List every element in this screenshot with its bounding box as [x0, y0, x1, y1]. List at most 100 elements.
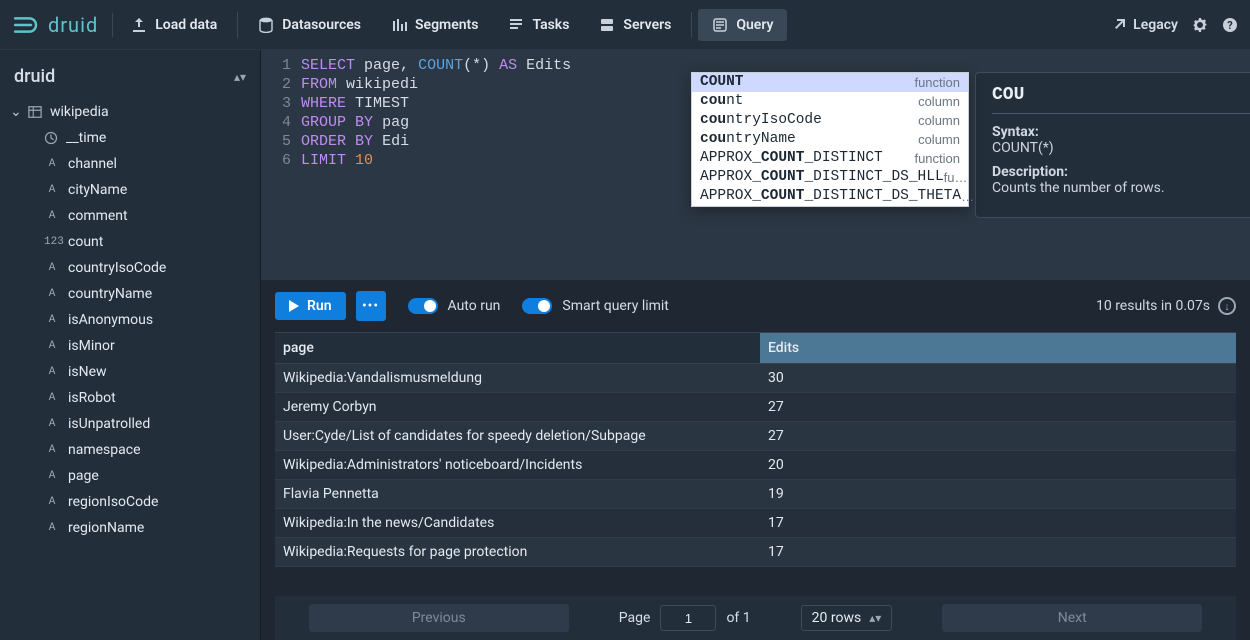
query-controls: Run ••• Auto run Smart query limit 10 re…: [261, 280, 1250, 332]
autocomplete-kind: column: [918, 92, 960, 111]
column-item[interactable]: AisAnonymous: [0, 307, 260, 333]
column-item[interactable]: Anamespace: [0, 437, 260, 463]
tasks-icon: [508, 17, 524, 33]
next-button[interactable]: Next: [942, 604, 1202, 632]
datasource-item[interactable]: ⌄wikipedia: [0, 99, 260, 125]
cell-edits: 20: [760, 451, 1236, 479]
string-type-icon: A: [44, 288, 60, 300]
autocomplete-label: countryName: [700, 130, 796, 149]
column-item[interactable]: Achannel: [0, 151, 260, 177]
nav-tasks[interactable]: Tasks: [494, 9, 583, 41]
page-of-label: of 1: [726, 610, 750, 626]
table-icon: [28, 105, 42, 119]
column-item[interactable]: Apage: [0, 463, 260, 489]
table-row[interactable]: User:Cyde/List of candidates for speedy …: [275, 422, 1236, 451]
table-row[interactable]: Wikipedia:Vandalismusmeldung30: [275, 364, 1236, 393]
table-row[interactable]: Wikipedia:Requests for page protection17: [275, 538, 1236, 567]
sql-editor[interactable]: 123456 SELECT page, COUNT(*) AS EditsFRO…: [261, 50, 1250, 280]
column-item[interactable]: Acomment: [0, 203, 260, 229]
column-name: isNew: [68, 364, 107, 380]
autocomplete-kind: …: [961, 187, 974, 206]
nav-tasks-label: Tasks: [532, 17, 569, 33]
autocomplete-item[interactable]: COUNT function: [692, 73, 968, 92]
gear-icon[interactable]: [1192, 17, 1208, 33]
string-type-icon: A: [44, 366, 60, 378]
autocomplete-label: COUNT: [700, 73, 744, 92]
doc-desc-label: Description:: [992, 164, 1250, 180]
top-nav: druid Load data Datasources Segments Tas…: [0, 0, 1250, 50]
chevron-updown-icon: ▴▾: [869, 611, 881, 625]
nav-load-data[interactable]: Load data: [117, 9, 231, 41]
sidebar-header[interactable]: druid ▴▾: [0, 58, 260, 97]
autocomplete-item[interactable]: count column: [692, 92, 968, 111]
legacy-label: Legacy: [1133, 17, 1178, 33]
table-row[interactable]: Wikipedia:Administrators' noticeboard/In…: [275, 451, 1236, 480]
switch-icon[interactable]: [522, 298, 552, 314]
editor-gutter: 123456: [261, 56, 301, 170]
number-type-icon: 123: [44, 236, 60, 248]
column-item[interactable]: AcountryName: [0, 281, 260, 307]
autocomplete-item[interactable]: countryIsoCodecolumn: [692, 111, 968, 130]
autocomplete-item[interactable]: APPROX_COUNT_DISTINCT_DS_THETA…: [692, 187, 968, 206]
clock-icon: [44, 131, 58, 145]
nav-segments[interactable]: Segments: [377, 9, 492, 41]
column-header-page[interactable]: page: [275, 333, 760, 363]
autocomplete-label: count: [700, 92, 744, 111]
autocomplete-kind: function: [914, 73, 960, 92]
auto-run-label: Auto run: [448, 298, 501, 314]
sort-icon[interactable]: ▴▾: [234, 70, 246, 84]
legacy-link[interactable]: Legacy: [1111, 17, 1178, 33]
autocomplete-item[interactable]: APPROX_COUNT_DISTINCTfunction: [692, 149, 968, 168]
autocomplete-item[interactable]: APPROX_COUNT_DISTINCT_DS_HLLfu…: [692, 168, 968, 187]
doc-desc: Counts the number of rows.: [992, 180, 1250, 196]
column-item[interactable]: AcountryIsoCode: [0, 255, 260, 281]
previous-button[interactable]: Previous: [309, 604, 569, 632]
column-item[interactable]: AisUnpatrolled: [0, 411, 260, 437]
column-name: namespace: [68, 442, 141, 458]
results-header: page Edits: [275, 332, 1236, 364]
column-item[interactable]: AregionIsoCode: [0, 489, 260, 515]
nav-datasources[interactable]: Datasources: [244, 9, 375, 41]
doc-panel: COU Syntax: COUNT(*) Description: Counts…: [975, 72, 1250, 218]
table-row[interactable]: Wikipedia:In the news/Candidates17: [275, 509, 1236, 538]
column-name: countryIsoCode: [68, 260, 166, 276]
doc-syntax: COUNT(*): [992, 140, 1250, 156]
druid-logo-icon: [12, 15, 40, 35]
nav-query[interactable]: Query: [698, 9, 787, 41]
help-icon[interactable]: ?: [1222, 17, 1238, 33]
string-type-icon: A: [44, 314, 60, 326]
column-item[interactable]: AcityName: [0, 177, 260, 203]
pager: Previous Page of 1 20 rows ▴▾ Next: [275, 596, 1236, 640]
column-item[interactable]: AisRobot: [0, 385, 260, 411]
download-icon[interactable]: ↓: [1218, 297, 1236, 315]
column-item[interactable]: AisMinor: [0, 333, 260, 359]
switch-icon[interactable]: [408, 298, 438, 314]
table-row[interactable]: Jeremy Corbyn27: [275, 393, 1236, 422]
rows-per-page-select[interactable]: 20 rows ▴▾: [801, 605, 893, 631]
cell-edits: 27: [760, 393, 1236, 421]
column-item[interactable]: 123count: [0, 229, 260, 255]
string-type-icon: A: [44, 262, 60, 274]
brand[interactable]: druid: [12, 13, 113, 37]
page-input[interactable]: [660, 605, 716, 631]
column-header-edits[interactable]: Edits: [760, 333, 1236, 363]
column-item[interactable]: AregionName: [0, 515, 260, 541]
column-item[interactable]: __time: [0, 125, 260, 151]
upload-icon: [131, 17, 147, 33]
nav-servers[interactable]: Servers: [585, 9, 685, 41]
nav-load-data-label: Load data: [155, 17, 217, 33]
table-row[interactable]: Flavia Pennetta19: [275, 480, 1236, 509]
results-body[interactable]: Wikipedia:Vandalismusmeldung30Jeremy Cor…: [275, 364, 1236, 596]
autocomplete-item[interactable]: countryNamecolumn: [692, 130, 968, 149]
column-name: isMinor: [68, 338, 115, 354]
column-item[interactable]: AisNew: [0, 359, 260, 385]
result-info-text: 10 results in 0.07s: [1096, 298, 1210, 314]
run-more-button[interactable]: •••: [356, 291, 386, 321]
autocomplete-popup[interactable]: COUNT function count columncountryIsoCodeco…: [691, 72, 969, 207]
smart-limit-toggle[interactable]: Smart query limit: [522, 298, 668, 314]
run-button[interactable]: Run: [275, 292, 346, 320]
auto-run-toggle[interactable]: Auto run: [408, 298, 501, 314]
schema-sidebar: druid ▴▾ ⌄wikipedia__timeAchannelAcityNa…: [0, 50, 261, 640]
cell-page: Wikipedia:In the news/Candidates: [275, 509, 760, 537]
doc-syntax-label: Syntax:: [992, 124, 1250, 140]
